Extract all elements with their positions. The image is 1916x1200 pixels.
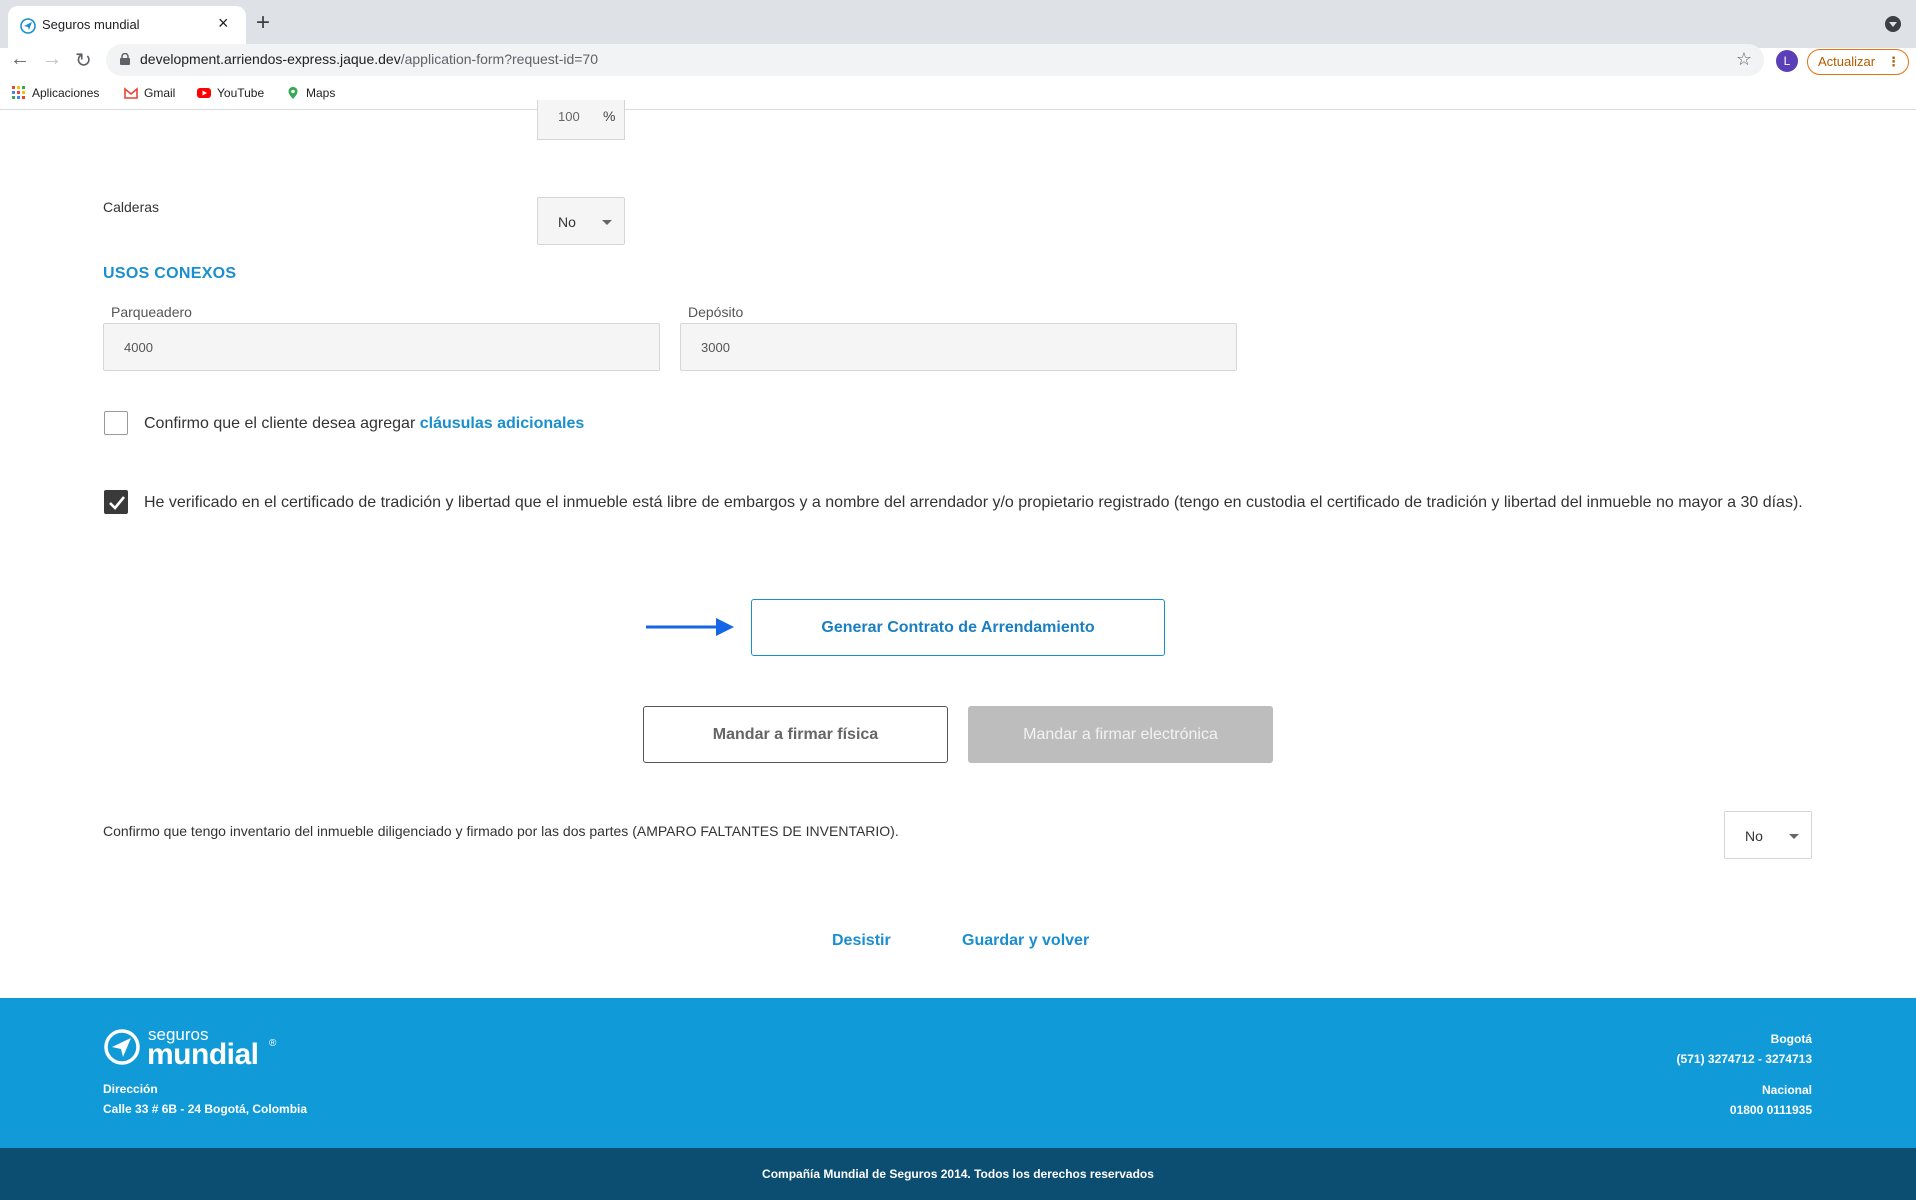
calderas-label: Calderas xyxy=(103,199,160,215)
bookmark-label: YouTube xyxy=(217,86,265,100)
percent-field[interactable]: 100 % xyxy=(537,100,625,140)
seguros-favicon-icon xyxy=(20,18,36,34)
gmail-icon xyxy=(124,87,138,99)
verificado-checkbox[interactable] xyxy=(104,490,128,514)
logo-registered-mark: ® xyxy=(269,1038,277,1049)
arrow-right-icon xyxy=(646,618,734,636)
parqueadero-input[interactable]: 4000 xyxy=(103,323,660,371)
bookmark-label: Maps xyxy=(306,86,336,100)
deposito-input[interactable]: 3000 xyxy=(680,323,1237,371)
new-tab-icon[interactable]: + xyxy=(256,9,270,37)
clausulas-checkbox[interactable] xyxy=(104,411,128,435)
bookmark-maps[interactable]: Maps xyxy=(286,86,335,100)
direccion-label: Dirección xyxy=(103,1082,158,1096)
bookmark-label: Aplicaciones xyxy=(32,86,100,100)
reload-icon[interactable]: ↻ xyxy=(75,48,92,73)
logo-mundial-text: mundial xyxy=(147,1038,259,1071)
calderas-select[interactable]: No xyxy=(537,197,625,245)
calderas-value: No xyxy=(558,214,576,230)
footer-copyright-bar: Compañía Mundial de Seguros 2014. Todos … xyxy=(0,1148,1916,1200)
youtube-icon xyxy=(197,88,211,98)
back-arrow-icon[interactable]: ← xyxy=(10,48,30,71)
verificado-text: He verificado en el certificado de tradi… xyxy=(144,494,1803,511)
apps-grid-icon xyxy=(12,86,25,99)
bogota-phone: (571) 3274712 - 3274713 xyxy=(1676,1052,1812,1066)
clausulas-link[interactable]: cláusulas adicionales xyxy=(420,415,585,432)
firmar-fisica-button[interactable]: Mandar a firmar física xyxy=(643,706,948,763)
tab-title: Seguros mundial xyxy=(42,17,140,32)
tab-close-icon[interactable]: × xyxy=(218,13,229,34)
clausulas-text: Confirmo que el cliente desea agregar cl… xyxy=(144,412,584,436)
inventario-select[interactable]: No xyxy=(1724,811,1812,859)
chevron-down-icon xyxy=(1789,834,1799,839)
copyright-text: Compañía Mundial de Seguros 2014. Todos … xyxy=(762,1167,1154,1181)
checkmark-icon xyxy=(109,496,126,510)
browser-tab-bar xyxy=(0,0,1916,48)
parqueadero-value: 4000 xyxy=(124,340,153,355)
usos-conexos-title: USOS CONEXOS xyxy=(103,265,237,282)
browser-tab[interactable]: Seguros mundial × xyxy=(8,6,246,48)
menu-dots-icon[interactable]: ⋮ xyxy=(1887,50,1900,74)
url-text: development.arriendos-express.jaque.dev/… xyxy=(140,51,598,67)
bogota-label: Bogotá xyxy=(1770,1032,1812,1046)
bookmark-gmail[interactable]: Gmail xyxy=(124,86,175,100)
nacional-phone: 01800 0111935 xyxy=(1729,1103,1812,1117)
firmar-electronica-button[interactable]: Mandar a firmar electrónica xyxy=(968,706,1273,763)
maps-icon xyxy=(288,87,298,99)
seguros-mundial-logo-icon xyxy=(104,1029,140,1065)
bookmark-aplicaciones[interactable]: Aplicaciones xyxy=(12,86,99,100)
bookmark-star-icon[interactable]: ☆ xyxy=(1736,49,1752,70)
percent-unit: % xyxy=(603,108,616,124)
parqueadero-label: Parqueadero xyxy=(111,304,192,320)
update-button[interactable]: Actualizar ⋮ xyxy=(1807,49,1909,75)
url-path: /application-form?request-id=70 xyxy=(400,51,598,67)
footer: seguros mundial ® Dirección Calle 33 # 6… xyxy=(0,998,1916,1148)
nacional-label: Nacional xyxy=(1761,1083,1812,1097)
clausulas-label: Confirmo que el cliente desea agregar xyxy=(144,415,416,432)
address-bar[interactable]: development.arriendos-express.jaque.dev/… xyxy=(106,44,1764,76)
deposito-value: 3000 xyxy=(701,340,730,355)
inventario-text: Confirmo que tengo inventario del inmueb… xyxy=(103,823,899,839)
chevron-down-icon xyxy=(602,220,612,225)
generar-contrato-button[interactable]: Generar Contrato de Arrendamiento xyxy=(751,599,1165,656)
forward-arrow-icon[interactable]: → xyxy=(42,48,62,71)
percent-value: 100 xyxy=(558,109,580,124)
update-label: Actualizar xyxy=(1818,54,1876,69)
lock-icon xyxy=(120,53,130,65)
bookmark-label: Gmail xyxy=(144,86,176,100)
tab-search-icon[interactable] xyxy=(1885,16,1901,32)
deposito-label: Depósito xyxy=(688,304,744,320)
direccion-value: Calle 33 # 6B - 24 Bogotá, Colombia xyxy=(103,1102,308,1116)
desistir-link[interactable]: Desistir xyxy=(832,932,891,950)
url-host: development.arriendos-express.jaque.dev xyxy=(140,51,401,67)
profile-avatar[interactable]: L xyxy=(1776,50,1798,72)
inventario-value: No xyxy=(1745,828,1763,844)
guardar-volver-link[interactable]: Guardar y volver xyxy=(962,932,1089,950)
bookmark-youtube[interactable]: YouTube xyxy=(197,86,264,100)
